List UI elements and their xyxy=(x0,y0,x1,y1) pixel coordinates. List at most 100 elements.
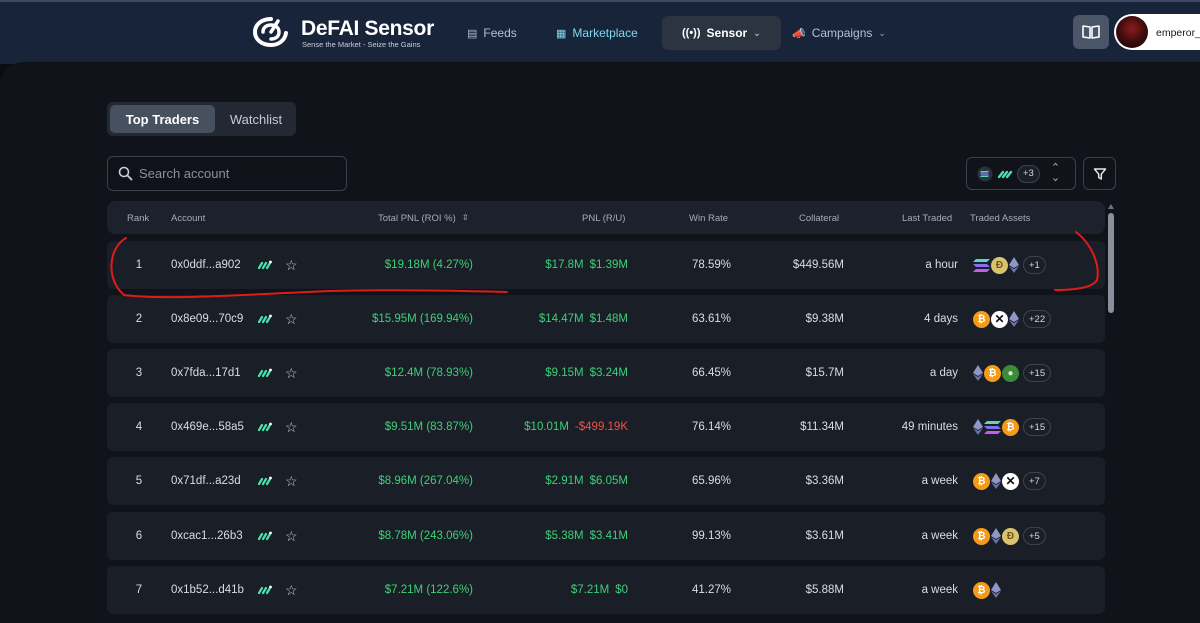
open-book-icon xyxy=(1082,25,1100,39)
rank-cell: 3 xyxy=(135,367,143,379)
pnl-cell: $2.91M $6.05M xyxy=(545,457,628,505)
unrealized-pnl: $1.39M xyxy=(589,259,628,271)
account-address[interactable]: 0x1b52...d41b xyxy=(171,584,251,596)
tab-watchlist[interactable]: Watchlist xyxy=(219,105,293,133)
last-traded-cell: 49 minutes xyxy=(901,421,958,433)
more-assets-badge[interactable]: +22 xyxy=(1023,310,1052,328)
nav-feeds-label: Feeds xyxy=(483,26,517,40)
table-row[interactable]: 4 0x469e...58a5 ☆ $9.51M (83.87%) $10.01M -$4… xyxy=(107,403,1105,451)
sort-icon[interactable]: ⇳ xyxy=(462,213,469,222)
wallet-link-icon[interactable] xyxy=(257,258,273,272)
traded-assets-cell: ₿ ✕ +22 xyxy=(973,295,1052,343)
asset-filter-select[interactable]: +3 ⌃ ⌄ xyxy=(966,157,1076,190)
account-address[interactable]: 0x469e...58a5 xyxy=(171,421,251,433)
pnl-cell: $7.21M $0 xyxy=(571,566,628,614)
wallet-link-icon[interactable] xyxy=(257,529,273,543)
rank-cell: 6 xyxy=(135,530,143,542)
collateral-cell: $3.61M xyxy=(805,530,844,542)
account-cell[interactable]: 0x469e...58a5 ☆ xyxy=(171,403,298,451)
table-row[interactable]: 1 0x0ddf...a902 ☆ $19.18M (4.27%) $17.8M $1.3… xyxy=(107,241,1105,289)
table-row[interactable]: 2 0x8e09...70c9 ☆ $15.95M (169.94%) $14.47M $… xyxy=(107,295,1105,343)
star-icon[interactable]: ☆ xyxy=(285,420,298,434)
nav-campaigns[interactable]: 📣 Campaigns ⌄ xyxy=(792,16,886,50)
account-cell[interactable]: 0x71df...a23d ☆ xyxy=(171,457,298,505)
username[interactable]: emperor_ xyxy=(1156,27,1200,39)
nav-sensor[interactable]: ((•)) Sensor ⌄ xyxy=(662,16,781,50)
account-address[interactable]: 0x8e09...70c9 xyxy=(171,313,251,325)
wallet-link-icon[interactable] xyxy=(257,583,273,597)
table-row[interactable]: 6 0xcac1...26b3 ☆ $8.78M (243.06%) $5.38M $3.… xyxy=(107,512,1105,560)
table-header: Rank Account Total PNL (ROI %) ⇳ PNL (R/… xyxy=(107,201,1105,234)
avatar[interactable] xyxy=(1116,16,1148,48)
filter-button[interactable] xyxy=(1083,157,1116,190)
solana-icon xyxy=(977,166,993,181)
account-cell[interactable]: 0x1b52...d41b ☆ xyxy=(171,566,298,614)
traded-assets-cell: Ð +1 xyxy=(973,241,1046,289)
wallet-link-icon[interactable] xyxy=(257,420,273,434)
account-address[interactable]: 0x7fda...17d1 xyxy=(171,367,251,379)
megaphone-icon: 📣 xyxy=(792,27,806,40)
account-address[interactable]: 0xcac1...26b3 xyxy=(171,530,251,542)
scroll-thumb[interactable] xyxy=(1108,213,1114,313)
header-win-rate: Win Rate xyxy=(689,213,729,224)
traded-assets-cell: ₿ xyxy=(973,566,1001,614)
docs-button[interactable] xyxy=(1073,15,1109,49)
win-rate-cell: 41.27% xyxy=(691,584,731,596)
broadcast-icon: ((•)) xyxy=(682,27,701,39)
traded-assets-cell: ₿ ✕ +7 xyxy=(973,457,1046,505)
header-total-pnl[interactable]: Total PNL (ROI %) xyxy=(378,213,456,224)
star-icon[interactable]: ☆ xyxy=(285,583,298,597)
nav-marketplace[interactable]: ▦ Marketplace xyxy=(556,16,638,50)
last-traded-cell: a week xyxy=(921,584,958,596)
more-assets-badge[interactable]: +5 xyxy=(1023,527,1046,545)
collateral-cell: $5.88M xyxy=(805,584,844,596)
header-rank: Rank xyxy=(127,213,150,224)
more-assets-badge[interactable]: +1 xyxy=(1023,256,1046,274)
rank-cell: 7 xyxy=(135,584,143,596)
scroll-up-arrow-icon[interactable] xyxy=(1108,204,1114,209)
account-cell[interactable]: 0x7fda...17d1 ☆ xyxy=(171,349,298,397)
star-icon[interactable]: ☆ xyxy=(285,529,298,543)
solana-icon xyxy=(984,420,1001,434)
ethereum-icon xyxy=(991,473,1001,489)
table-row[interactable]: 5 0x71df...a23d ☆ $8.96M (267.04%) $2.91M $6.… xyxy=(107,457,1105,505)
win-rate-cell: 99.13% xyxy=(691,530,731,542)
more-assets-badge[interactable]: +7 xyxy=(1023,472,1046,490)
search-input[interactable] xyxy=(139,166,339,181)
more-assets-badge[interactable]: +15 xyxy=(1023,364,1052,382)
wallet-link-icon[interactable] xyxy=(257,366,273,380)
account-cell[interactable]: 0xcac1...26b3 ☆ xyxy=(171,512,298,560)
bitcoin-icon: ₿ xyxy=(973,527,990,545)
table-row[interactable]: 7 0x1b52...d41b ☆ $7.21M (122.6%) $7.21M $0 41… xyxy=(107,566,1105,614)
account-cell[interactable]: 0x0ddf...a902 ☆ xyxy=(171,241,298,289)
tab-top-traders[interactable]: Top Traders xyxy=(110,105,215,133)
star-icon[interactable]: ☆ xyxy=(285,474,298,488)
unrealized-pnl: -$499.19K xyxy=(574,421,628,433)
star-icon[interactable]: ☆ xyxy=(285,312,298,326)
dogecoin-icon: Ð xyxy=(1002,527,1019,545)
realized-pnl: $10.01M xyxy=(524,421,569,433)
account-address[interactable]: 0x0ddf...a902 xyxy=(171,259,251,271)
header-traded-assets: Traded Assets xyxy=(970,213,1031,224)
search-box[interactable] xyxy=(107,156,347,191)
brand-name[interactable]: DeFAI Sensor xyxy=(301,17,434,41)
wallet-link-icon[interactable] xyxy=(257,474,273,488)
star-icon[interactable]: ☆ xyxy=(285,366,298,380)
last-traded-cell: a week xyxy=(921,475,958,487)
account-cell[interactable]: 0x8e09...70c9 ☆ xyxy=(171,295,298,343)
table-row[interactable]: 3 0x7fda...17d1 ☆ $12.4M (78.93%) $9.15M $3.2… xyxy=(107,349,1105,397)
collateral-cell: $3.36M xyxy=(805,475,844,487)
document-icon: ▤ xyxy=(467,27,478,40)
account-address[interactable]: 0x71df...a23d xyxy=(171,475,251,487)
nav-feeds[interactable]: ▤ Feeds xyxy=(467,16,517,50)
defai-logo-icon[interactable] xyxy=(252,16,290,48)
star-icon[interactable]: ☆ xyxy=(285,258,298,272)
wallet-link-icon[interactable] xyxy=(257,312,273,326)
search-icon xyxy=(118,166,133,181)
bitcoin-icon: ₿ xyxy=(1002,418,1019,436)
scrollbar[interactable] xyxy=(1108,201,1114,623)
collateral-cell: $449.56M xyxy=(792,259,844,271)
realized-pnl: $5.38M xyxy=(545,530,584,542)
more-assets-badge[interactable]: +15 xyxy=(1023,418,1052,436)
nav-campaigns-label: Campaigns xyxy=(811,26,873,40)
